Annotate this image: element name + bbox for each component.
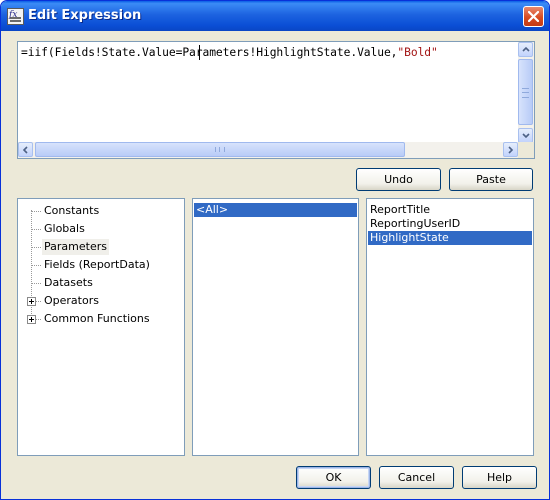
title-bar[interactable]: fx Edit Expression [1, 1, 549, 31]
tree-item-datasets[interactable]: Datasets [42, 275, 95, 291]
list-item-all[interactable]: <All> [194, 203, 357, 217]
horizontal-scrollbar[interactable] [18, 142, 518, 158]
ok-button[interactable]: OK [296, 466, 371, 489]
expression-editor[interactable]: =iif(Fields!State.Value=Parameters!Highl… [17, 41, 535, 159]
expression-text-before-caret: =iif(Fields!State.Valu [21, 46, 169, 59]
text-caret [199, 45, 200, 60]
scrollbar-corner [518, 142, 534, 158]
parameter-list[interactable]: ReportTitle ReportingUserID HighlightSta… [366, 198, 534, 456]
tree-item-common-functions[interactable]: Common Functions [42, 311, 152, 327]
undo-button[interactable]: Undo [356, 168, 441, 191]
scroll-up-button[interactable] [518, 42, 533, 57]
window-title: Edit Expression [28, 8, 142, 23]
close-icon [528, 11, 539, 22]
expand-operators-icon[interactable] [27, 297, 36, 306]
tree-item-constants[interactable]: Constants [42, 203, 101, 219]
chevron-down-icon [522, 133, 530, 139]
chevron-up-icon [522, 46, 530, 52]
vertical-scroll-thumb[interactable] [518, 59, 533, 125]
chevron-left-icon [22, 146, 28, 154]
expression-text[interactable]: =iif(Fields!State.Value=Parameters!Highl… [21, 46, 438, 59]
chevron-right-icon [508, 146, 514, 154]
category-tree[interactable]: Constants Globals Parameters Fields (Rep… [17, 198, 185, 456]
expression-text-after-caret: e=Parameters!HighlightState.Value, [168, 46, 398, 59]
scroll-left-button[interactable] [18, 142, 33, 157]
paste-button[interactable]: Paste [449, 168, 533, 191]
list-item-reporting-user-id[interactable]: ReportingUserID [368, 217, 532, 231]
tree-item-fields[interactable]: Fields (ReportData) [42, 257, 152, 273]
edit-expression-dialog: fx Edit Expression =iif(Fields!State.Val… [0, 0, 550, 500]
list-item-highlight-state[interactable]: HighlightState [368, 231, 532, 245]
list-item-report-title[interactable]: ReportTitle [368, 203, 532, 217]
expression-string-literal: "Bold" [397, 46, 438, 59]
scroll-right-button[interactable] [503, 142, 518, 157]
tree-item-operators[interactable]: Operators [42, 293, 101, 309]
item-filter-list[interactable]: <All> [192, 198, 359, 456]
horizontal-scroll-thumb[interactable] [35, 142, 405, 157]
vertical-scrollbar[interactable] [518, 42, 534, 143]
help-button[interactable]: Help [462, 466, 537, 489]
expand-common-functions-icon[interactable] [27, 315, 36, 324]
tree-item-globals[interactable]: Globals [42, 221, 87, 237]
scroll-down-button[interactable] [518, 128, 533, 143]
cancel-button[interactable]: Cancel [379, 466, 454, 489]
tree-item-parameters[interactable]: Parameters [42, 239, 109, 255]
close-button[interactable] [523, 6, 544, 27]
expression-window-icon: fx [7, 8, 24, 25]
